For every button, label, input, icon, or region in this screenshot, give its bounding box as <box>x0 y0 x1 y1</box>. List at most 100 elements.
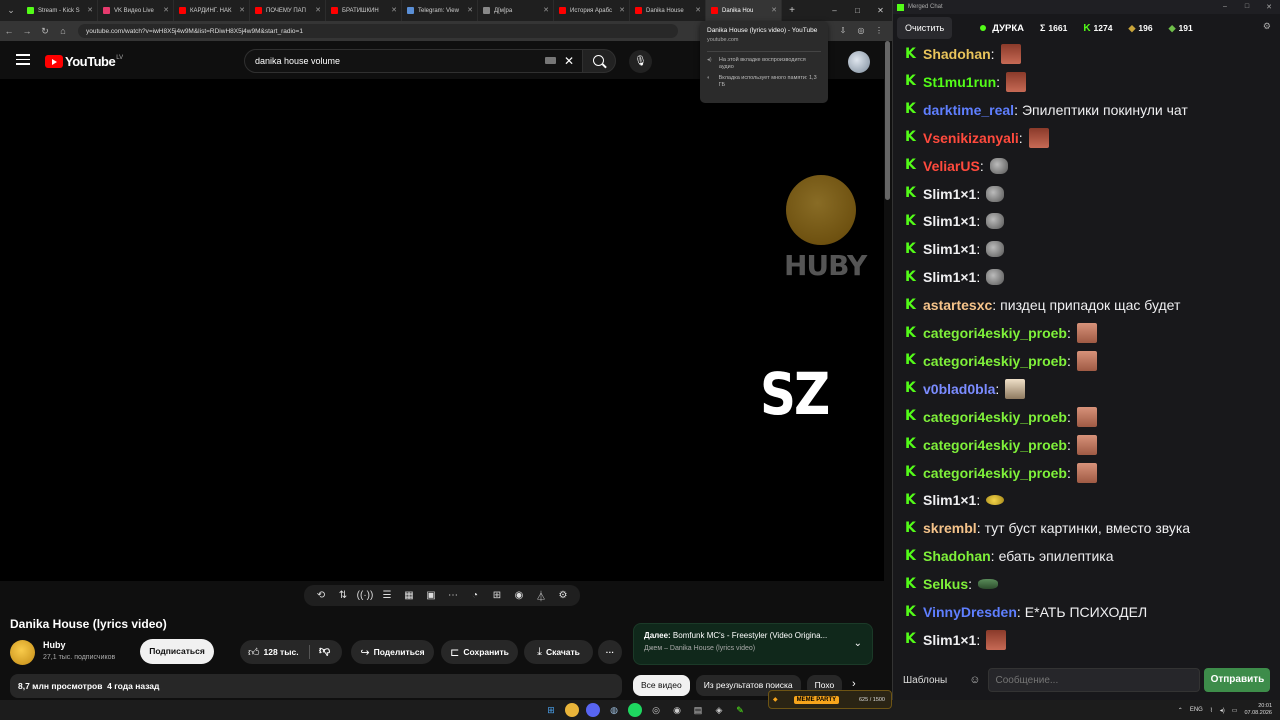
close-tab-icon[interactable]: ✕ <box>467 6 473 14</box>
spotify-icon[interactable] <box>628 703 642 717</box>
chat-username[interactable]: Slim1×1 <box>923 241 976 257</box>
camera-icon[interactable]: ◉ <box>510 590 528 601</box>
menu-icon[interactable]: ⋮ <box>870 26 888 36</box>
emoji-icon[interactable]: ☺ <box>969 674 980 686</box>
close-icon[interactable]: ✕ <box>869 6 892 15</box>
close-tab-icon[interactable]: ✕ <box>163 6 169 14</box>
browser-tab[interactable]: История Арабс ✕ <box>554 0 630 21</box>
search-input[interactable]: danika house volume ✕ <box>244 49 582 73</box>
chat-username[interactable]: categori4eskiy_proeb <box>923 437 1067 453</box>
close-tab-icon[interactable]: ✕ <box>543 6 549 14</box>
subscribe-button[interactable]: Подписаться <box>140 639 214 664</box>
browser-tab[interactable]: КАРДИНГ. НАК ✕ <box>174 0 250 21</box>
chat-username[interactable]: Vsenikizanyali <box>923 130 1019 146</box>
close-tab-icon[interactable]: ✕ <box>87 6 93 14</box>
browser-tab[interactable]: Д[м]ра ✕ <box>478 0 554 21</box>
maximize-icon[interactable]: □ <box>1236 3 1258 11</box>
settings-gear-icon[interactable]: ⚙ <box>1263 21 1271 32</box>
forward-icon[interactable]: → <box>18 26 36 36</box>
account-avatar[interactable] <box>848 51 870 73</box>
youtube-logo[interactable]: YouTube LV <box>45 54 123 69</box>
browser-tab[interactable]: Stream - Kick S ✕ <box>22 0 98 21</box>
obs-icon[interactable]: ◉ <box>670 703 684 717</box>
battery-icon[interactable]: ▭ <box>1232 707 1238 714</box>
channel-name[interactable]: Huby <box>43 640 66 650</box>
close-tab-icon[interactable]: ✕ <box>695 6 701 14</box>
chat-username[interactable]: v0blad0bla <box>923 381 995 397</box>
steam-icon[interactable]: ◍ <box>607 703 621 717</box>
flask-icon[interactable]: ⏃ <box>532 588 550 603</box>
chat-username[interactable]: astartesxc <box>923 297 992 313</box>
speed-icon[interactable]: ◔ <box>466 590 484 601</box>
templates-button[interactable]: Шаблоны <box>903 675 947 686</box>
chat-username[interactable]: St1mu1run <box>923 74 996 90</box>
browser-tab[interactable]: Telegram: View ✕ <box>402 0 478 21</box>
back-icon[interactable]: ← <box>0 26 18 36</box>
thumbs-down-icon[interactable]: 👎︎ <box>319 644 330 657</box>
chat-username[interactable]: VinnyDresden <box>923 604 1017 620</box>
home-icon[interactable]: ⌂ <box>54 26 72 36</box>
chrome-icon[interactable] <box>565 703 579 717</box>
close-tab-icon[interactable]: ✕ <box>619 6 625 14</box>
chevron-down-icon[interactable]: ⌄ <box>854 638 862 649</box>
clear-chat-button[interactable]: Очистить <box>897 17 953 39</box>
save-button[interactable]: ⊏ Сохранить <box>441 640 518 664</box>
up-next-card[interactable]: Далее: Bomfunk MC's - Freestyler (Video … <box>633 623 873 665</box>
video-player[interactable]: HUBY SZ <box>0 79 884 581</box>
chat-username[interactable]: categori4eskiy_proeb <box>923 353 1067 369</box>
reload-icon[interactable]: ↻ <box>36 26 54 37</box>
loop-icon[interactable]: ⟲ <box>312 590 330 601</box>
add-screen-icon[interactable]: ⊞ <box>488 590 506 601</box>
maximize-icon[interactable]: □ <box>846 6 869 15</box>
meme-party-widget[interactable]: ◆ MEME PARTY 625 / 1500 <box>768 690 892 709</box>
send-button[interactable]: Отправить <box>1204 668 1271 692</box>
share-button[interactable]: ↪ Поделиться <box>351 640 434 664</box>
tab-search-icon[interactable]: ⌄ <box>0 0 22 21</box>
clear-search-icon[interactable]: ✕ <box>564 54 574 68</box>
downloads-icon[interactable]: ⇩ <box>834 26 852 36</box>
message-input[interactable] <box>988 668 1201 692</box>
chat-username[interactable]: Slim1×1 <box>923 213 976 229</box>
close-tab-icon[interactable]: ✕ <box>315 6 321 14</box>
app-icon[interactable]: ◎ <box>649 703 663 717</box>
browser-tab[interactable]: БРАТИШКИН ✕ <box>326 0 402 21</box>
chat-username[interactable]: Shadohan <box>923 548 991 564</box>
start-icon[interactable]: ⊞ <box>544 703 558 717</box>
like-button[interactable]: 👍︎ 128 тыс. 👎︎ <box>240 640 342 664</box>
browser-tab[interactable]: VK Видео Live ✕ <box>98 0 174 21</box>
chevron-right-icon[interactable]: › <box>852 678 856 690</box>
chat-username[interactable]: categori4eskiy_proeb <box>923 465 1067 481</box>
chat-username[interactable]: skrembl <box>923 520 977 536</box>
chat-username[interactable]: darktime_real <box>923 102 1014 118</box>
close-tab-icon[interactable]: ✕ <box>239 6 245 14</box>
clapper-icon[interactable]: ▦ <box>400 590 418 601</box>
chat-username[interactable]: Slim1×1 <box>923 269 976 285</box>
browser-tab[interactable]: Danika Hou ✕ <box>706 0 782 21</box>
url-field[interactable]: youtube.com/watch?v=iwH8X5j4w9M&list=RDi… <box>78 24 678 38</box>
tray-chevron-icon[interactable]: ⌃ <box>1178 707 1183 714</box>
chat-username[interactable]: Shadohan <box>923 46 991 62</box>
browser-icon[interactable]: ◈ <box>712 703 726 717</box>
clock[interactable]: 20:01 07.08.2026 <box>1244 703 1272 717</box>
search-button[interactable] <box>582 49 616 73</box>
chat-username[interactable]: Slim1×1 <box>923 492 976 508</box>
network-icon[interactable]: ⌇ <box>1210 707 1213 714</box>
close-tab-icon[interactable]: ✕ <box>391 6 397 14</box>
audio-wave-icon[interactable]: ((·)) <box>356 590 374 601</box>
picture-in-picture-icon[interactable]: ▣ <box>422 590 440 601</box>
download-button[interactable]: ⤓ Скачать <box>524 640 593 664</box>
keyboard-icon[interactable] <box>545 57 556 64</box>
browser-tab[interactable]: ПОЧЕМУ ПАП ✕ <box>250 0 326 21</box>
settings-gear-icon[interactable]: ⚙ <box>554 590 572 601</box>
hamburger-menu-icon[interactable] <box>16 54 30 65</box>
calculator-icon[interactable]: ▤ <box>691 703 705 717</box>
chat-username[interactable]: Selkus <box>923 576 968 592</box>
discord-icon[interactable] <box>586 703 600 717</box>
chat-username[interactable]: categori4eskiy_proeb <box>923 325 1067 341</box>
chip-all[interactable]: Все видео <box>633 675 690 696</box>
microphone-icon[interactable]: 🎙 <box>629 50 652 73</box>
subtitles-icon[interactable]: ⋯ <box>444 590 462 601</box>
chat-username[interactable]: categori4eskiy_proeb <box>923 409 1067 425</box>
chat-username[interactable]: Slim1×1 <box>923 632 976 648</box>
chat-username[interactable]: VeliarUS <box>923 158 980 174</box>
